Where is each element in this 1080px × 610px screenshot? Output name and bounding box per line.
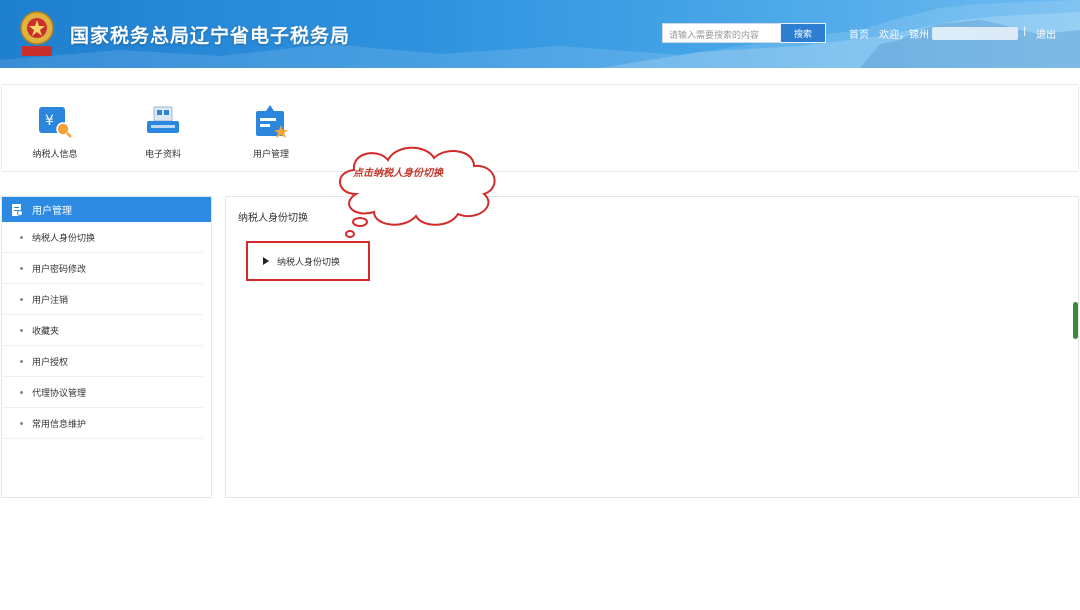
sidebar-item-label: 用户密码修改	[32, 264, 87, 275]
svg-text:¥: ¥	[45, 113, 54, 129]
shortcut-user-management[interactable]: 用户管理	[226, 105, 316, 160]
sidebar-header: 用户管理	[2, 197, 211, 222]
welcome-text: 欢迎，锦州	[879, 30, 929, 41]
taxpayer-switch-link[interactable]: 纳税人身份切换	[246, 241, 370, 281]
nav-separator: |	[1023, 26, 1027, 37]
bullet-icon	[20, 421, 23, 425]
search-button[interactable]: 搜索	[780, 23, 826, 43]
sidebar-item-favorites[interactable]: 收藏夹	[2, 315, 203, 346]
taxpayer-switch-label: 纳税人身份切换	[277, 257, 341, 268]
logout-link[interactable]: 退出	[1036, 26, 1056, 41]
bullet-icon	[20, 297, 23, 301]
shortcut-label: 纳税人信息	[32, 150, 78, 160]
bullet-icon	[20, 359, 23, 363]
shortcut-label: 用户管理	[252, 150, 289, 160]
callout-text: 点击纳税人身份切换	[353, 168, 443, 179]
redacted-username	[932, 27, 1018, 40]
site-header: 国家税务总局辽宁省电子税务局 请输入需要搜索的内容 搜索 首页 欢迎，锦州 | …	[0, 0, 1080, 68]
site-title: 国家税务总局辽宁省电子税务局	[70, 25, 351, 47]
sidebar-item-label: 用户注销	[32, 295, 69, 306]
callout-cloud	[339, 146, 496, 238]
sidebar-item-label: 收藏夹	[32, 326, 60, 337]
sidebar-item-user-cancel[interactable]: 用户注销	[2, 284, 203, 315]
sidebar: 用户管理 纳税人身份切换 用户密码修改 用户注销 收藏夹 用户授权 代理协议管理…	[1, 196, 212, 498]
page-title: 纳税人身份切换	[238, 213, 308, 224]
sidebar-title: 用户管理	[32, 206, 72, 217]
bullet-icon	[20, 328, 23, 332]
sidebar-item-password-change[interactable]: 用户密码修改	[2, 253, 203, 284]
sidebar-item-user-authorization[interactable]: 用户授权	[2, 346, 203, 377]
bullet-icon	[20, 235, 23, 239]
taxpayer-info-icon: ¥	[39, 107, 72, 138]
search-input[interactable]: 请输入需要搜索的内容	[662, 23, 780, 43]
shortcut-panel: ¥ 纳税人信息 电子资料 用户管理	[1, 84, 1079, 172]
shortcut-label: 电子资料	[144, 150, 181, 160]
sidebar-item-label: 代理协议管理	[32, 388, 87, 399]
sidebar-item-taxpayer-switch[interactable]: 纳税人身份切换	[2, 222, 203, 253]
user-management-icon	[256, 105, 288, 138]
sidebar-item-label: 用户授权	[32, 357, 69, 368]
shortcut-electronic-data[interactable]: 电子资料	[118, 105, 208, 160]
sidebar-item-common-info[interactable]: 常用信息维护	[2, 408, 203, 439]
document-icon	[12, 203, 23, 216]
sidebar-item-label: 常用信息维护	[32, 419, 87, 430]
sidebar-item-agency-agreement[interactable]: 代理协议管理	[2, 377, 203, 408]
electronic-data-icon	[147, 106, 179, 133]
scrollbar-thumb[interactable]	[1073, 302, 1078, 339]
nav-home-link[interactable]: 首页	[849, 26, 869, 41]
bullet-icon	[20, 266, 23, 270]
sidebar-item-label: 纳税人身份切换	[32, 233, 96, 244]
shortcut-taxpayer-info[interactable]: ¥ 纳税人信息	[10, 105, 100, 160]
tax-bureau-emblem-icon	[20, 11, 54, 56]
bullet-icon	[20, 390, 23, 394]
play-arrow-icon	[263, 257, 269, 265]
